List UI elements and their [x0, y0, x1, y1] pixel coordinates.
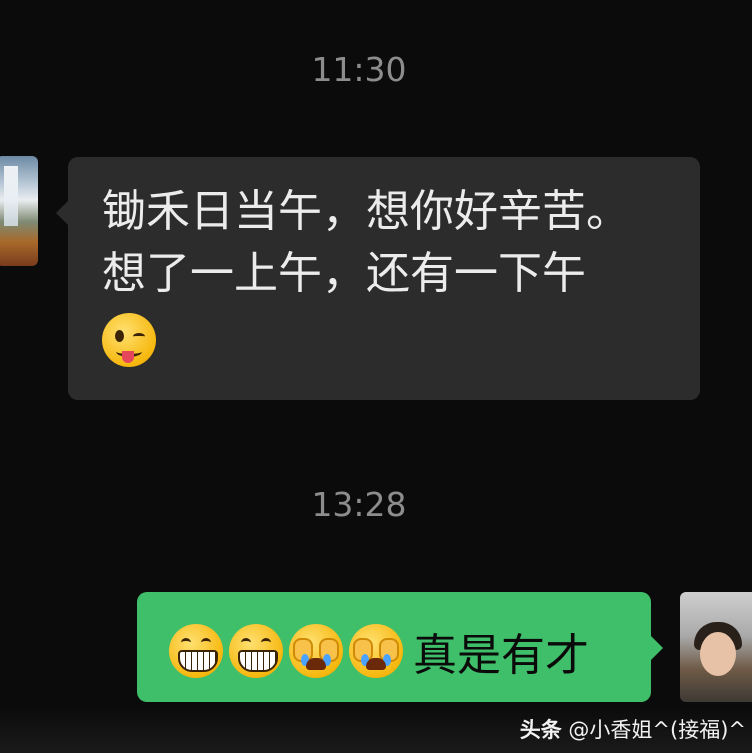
avatar-face — [700, 632, 736, 676]
timestamp: 11:30 — [311, 50, 407, 89]
watermark-brand: 头条 — [519, 718, 562, 742]
user-avatar[interactable] — [680, 592, 752, 702]
watermark-handle: @小香姐^(接福)^ — [568, 718, 746, 742]
winking-face-tongue-icon — [102, 313, 156, 367]
crying-face-icon — [289, 624, 343, 678]
message-line: 想了一上午，还有一下午 — [102, 248, 586, 299]
grinning-face-icon — [229, 624, 283, 678]
outgoing-message-bubble[interactable]: 真是有才 — [137, 592, 663, 702]
watermark: 头条 @小香姐^(接福)^ — [520, 714, 746, 744]
incoming-message-text: 锄禾日当午，想你好辛苦。 想了一上午，还有一下午 — [102, 181, 682, 367]
bubble-tail — [56, 201, 68, 225]
bubble-tail — [651, 636, 663, 660]
outgoing-message-content: 真是有才 — [169, 619, 589, 683]
incoming-message-bubble[interactable]: 锄禾日当午，想你好辛苦。 想了一上午，还有一下午 — [56, 157, 700, 400]
avatar-waterfall-image — [4, 166, 18, 226]
message-line: 锄禾日当午，想你好辛苦。 — [102, 186, 630, 237]
outgoing-message-text: 真是有才 — [413, 630, 589, 681]
grinning-face-icon — [169, 624, 223, 678]
contact-avatar[interactable] — [0, 156, 38, 266]
timestamp: 13:28 — [311, 485, 407, 524]
crying-face-icon — [349, 624, 403, 678]
